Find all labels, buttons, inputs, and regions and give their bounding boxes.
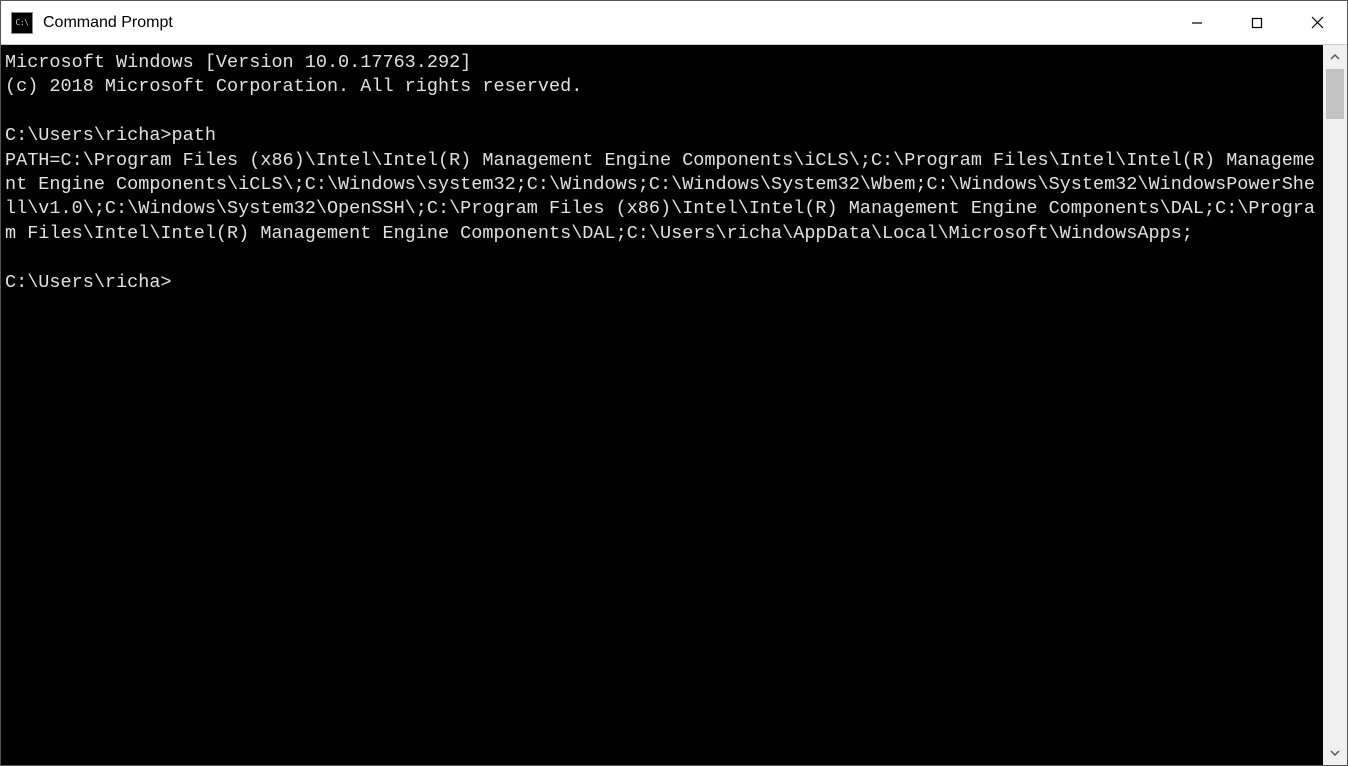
chevron-up-icon xyxy=(1330,52,1340,62)
window-title: Command Prompt xyxy=(43,14,173,32)
maximize-button[interactable] xyxy=(1227,1,1287,44)
scroll-down-arrow[interactable] xyxy=(1323,741,1347,765)
terminal-area: Microsoft Windows [Version 10.0.17763.29… xyxy=(1,45,1347,765)
prompt-prefix: C:\Users\richa> xyxy=(5,272,172,293)
window-controls xyxy=(1167,1,1347,44)
scroll-track[interactable] xyxy=(1323,69,1347,741)
path-output: PATH=C:\Program Files (x86)\Intel\Intel(… xyxy=(5,150,1315,244)
maximize-icon xyxy=(1251,17,1263,29)
banner-line: (c) 2018 Microsoft Corporation. All righ… xyxy=(5,76,582,97)
minimize-icon xyxy=(1191,17,1203,29)
scroll-up-arrow[interactable] xyxy=(1323,45,1347,69)
command-prompt-icon: C:\ xyxy=(11,12,33,34)
chevron-down-icon xyxy=(1330,748,1340,758)
command-prompt-window: C:\ Command Prompt Microsoft Windows [Ve… xyxy=(0,0,1348,766)
vertical-scrollbar[interactable] xyxy=(1323,45,1347,765)
command-text: path xyxy=(172,125,216,146)
terminal-output[interactable]: Microsoft Windows [Version 10.0.17763.29… xyxy=(1,45,1323,765)
banner-line: Microsoft Windows [Version 10.0.17763.29… xyxy=(5,52,471,73)
app-icon-label: C:\ xyxy=(16,18,29,27)
prompt-prefix: C:\Users\richa> xyxy=(5,125,172,146)
minimize-button[interactable] xyxy=(1167,1,1227,44)
titlebar[interactable]: C:\ Command Prompt xyxy=(1,1,1347,45)
titlebar-left: C:\ Command Prompt xyxy=(1,12,173,34)
close-button[interactable] xyxy=(1287,1,1347,44)
close-icon xyxy=(1311,16,1324,29)
scroll-thumb[interactable] xyxy=(1326,69,1344,119)
